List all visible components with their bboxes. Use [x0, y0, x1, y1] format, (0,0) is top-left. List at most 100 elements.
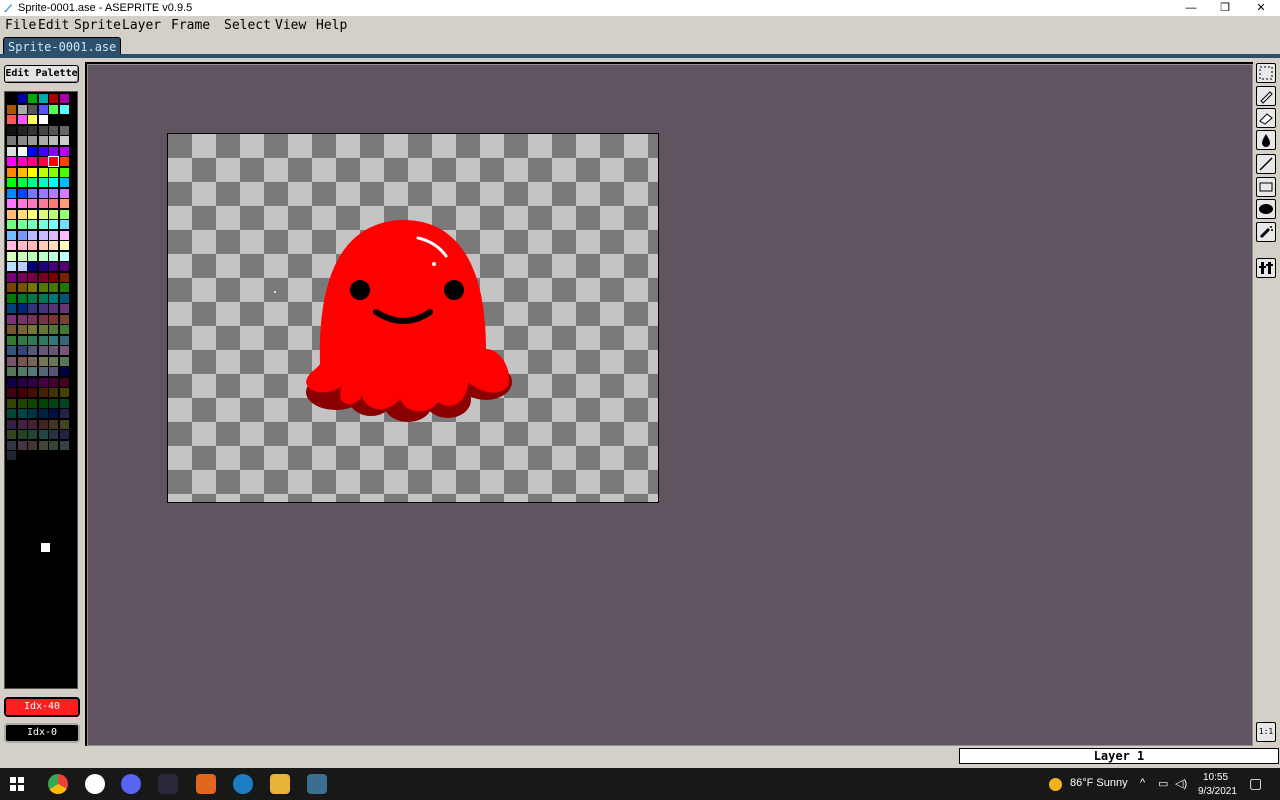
eraser-icon[interactable]: [1256, 108, 1276, 128]
palette-swatch[interactable]: [28, 178, 37, 187]
palette-swatch[interactable]: [49, 241, 58, 250]
weather-text[interactable]: 86°F Sunny: [1070, 777, 1128, 789]
palette-swatch[interactable]: [17, 272, 27, 282]
palette-swatch[interactable]: [49, 430, 58, 439]
palette-swatch[interactable]: [17, 220, 27, 229]
palette-swatch[interactable]: [38, 430, 48, 439]
palette-swatch[interactable]: [17, 199, 27, 208]
palette-swatch[interactable]: [38, 335, 48, 345]
palette-swatch[interactable]: [59, 241, 69, 250]
palette-swatch[interactable]: [49, 251, 58, 261]
sprite-canvas[interactable]: [167, 133, 659, 503]
palette-swatch[interactable]: [7, 241, 16, 250]
palette-swatch[interactable]: [7, 125, 16, 135]
palette-swatch[interactable]: [28, 293, 37, 303]
palette-swatch[interactable]: [38, 440, 48, 450]
palette-swatch[interactable]: [38, 419, 48, 429]
palette-swatch[interactable]: [7, 115, 16, 124]
palette-swatch[interactable]: [28, 104, 37, 114]
palette-swatch[interactable]: [17, 398, 27, 408]
palette-swatch[interactable]: [49, 451, 58, 460]
palette-swatch[interactable]: [17, 325, 27, 334]
palette-swatch[interactable]: [38, 146, 48, 156]
palette-swatch[interactable]: [49, 356, 58, 366]
palette-swatch[interactable]: [28, 199, 37, 208]
palette-swatch[interactable]: [28, 325, 37, 334]
palette-swatch[interactable]: [7, 367, 16, 376]
palette-swatch[interactable]: [17, 157, 27, 166]
palette-swatch[interactable]: [59, 262, 69, 271]
spray-icon[interactable]: [1256, 222, 1276, 242]
palette-swatch[interactable]: [7, 220, 16, 229]
palette-swatch[interactable]: [7, 388, 16, 397]
palette-swatch[interactable]: [49, 419, 58, 429]
background-color-button[interactable]: Idx-0: [4, 723, 80, 743]
palette-swatch[interactable]: [38, 136, 48, 145]
palette-swatch[interactable]: [38, 356, 48, 366]
palette-swatch[interactable]: [28, 398, 37, 408]
palette-swatch[interactable]: [7, 104, 16, 114]
palette-swatch[interactable]: [49, 409, 58, 418]
palette-swatch[interactable]: [17, 262, 27, 271]
palette-swatch[interactable]: [59, 136, 69, 145]
palette-swatch[interactable]: [59, 199, 69, 208]
editor-area[interactable]: [85, 62, 1255, 748]
palette-swatch[interactable]: [7, 419, 16, 429]
palette-swatch[interactable]: [59, 451, 69, 460]
palette-swatch[interactable]: [7, 230, 16, 240]
palette-swatch[interactable]: [28, 272, 37, 282]
palette-swatch[interactable]: [7, 209, 16, 219]
palette-swatch[interactable]: [7, 94, 16, 103]
palette-swatch[interactable]: [17, 115, 27, 124]
menu-file[interactable]: File: [5, 18, 36, 33]
palette-swatch[interactable]: [38, 167, 48, 177]
palette-swatch[interactable]: [7, 157, 16, 166]
palette-swatch[interactable]: [28, 346, 37, 355]
palette-swatch[interactable]: [49, 220, 58, 229]
palette-swatch[interactable]: [28, 230, 37, 240]
palette-swatch[interactable]: [17, 209, 27, 219]
palette-swatch[interactable]: [28, 188, 37, 198]
foreground-color-button[interactable]: Idx-40: [4, 697, 80, 717]
palette-swatch[interactable]: [59, 367, 69, 376]
palette-swatch[interactable]: [49, 335, 58, 345]
palette-swatch[interactable]: [59, 188, 69, 198]
palette-swatch[interactable]: [17, 283, 27, 292]
menu-layer[interactable]: Layer: [122, 18, 161, 33]
edit-palette-button[interactable]: Edit Palette: [4, 65, 79, 83]
menu-sprite[interactable]: Sprite: [74, 18, 121, 33]
palette-swatch[interactable]: [28, 388, 37, 397]
palette-swatch[interactable]: [7, 325, 16, 334]
palette-swatch[interactable]: [38, 293, 48, 303]
palette-swatch[interactable]: [17, 251, 27, 261]
palette-swatch[interactable]: [7, 146, 16, 156]
palette-swatch[interactable]: [17, 167, 27, 177]
discord-icon[interactable]: [121, 774, 141, 794]
maximize-button[interactable]: ❐: [1210, 0, 1240, 16]
palette-swatch[interactable]: [38, 188, 48, 198]
palette-swatch[interactable]: [17, 293, 27, 303]
palette-swatch[interactable]: [59, 209, 69, 219]
palette-swatch[interactable]: [38, 199, 48, 208]
palette-swatch[interactable]: [38, 241, 48, 250]
palette-swatch[interactable]: [49, 346, 58, 355]
pencil-icon[interactable]: [1256, 86, 1276, 106]
palette-swatch[interactable]: [17, 314, 27, 324]
menu-help[interactable]: Help: [316, 18, 347, 33]
palette-swatch[interactable]: [28, 419, 37, 429]
palette-swatch[interactable]: [17, 430, 27, 439]
palette-swatch[interactable]: [59, 440, 69, 450]
palette-swatch[interactable]: [28, 136, 37, 145]
palette-swatch[interactable]: [38, 209, 48, 219]
palette-swatch[interactable]: [38, 377, 48, 387]
notifications-icon[interactable]: ▢: [1249, 775, 1262, 792]
palette-swatch[interactable]: [17, 304, 27, 313]
palette-swatch[interactable]: [7, 199, 16, 208]
palette-swatch[interactable]: [38, 346, 48, 355]
palette-swatch[interactable]: [17, 178, 27, 187]
palette-swatch[interactable]: [38, 251, 48, 261]
palette-swatch[interactable]: [38, 398, 48, 408]
palette-swatch[interactable]: [28, 146, 37, 156]
menu-edit[interactable]: Edit: [38, 18, 69, 33]
palette-swatch[interactable]: [38, 409, 48, 418]
